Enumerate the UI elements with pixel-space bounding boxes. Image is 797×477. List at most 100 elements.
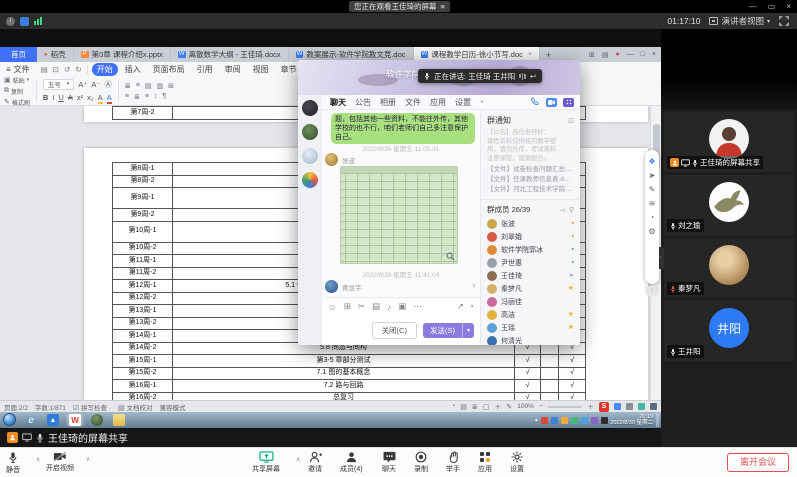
member-search-icon[interactable]: ⚲ <box>569 206 574 214</box>
tab-layout-icon[interactable]: ⊞ <box>589 51 595 59</box>
schedule-row[interactable]: 第15周-1 第3-5 章部分测试 √ √ <box>113 355 585 368</box>
week-cell[interactable]: 第10周-2 <box>113 243 173 255</box>
strike-button[interactable]: A <box>68 93 73 102</box>
annotation-badge-icon[interactable]: ❖ <box>648 157 655 166</box>
timer-icon[interactable]: ◔ <box>650 213 655 222</box>
overlay-cursor-icon[interactable] <box>626 403 633 410</box>
member-row[interactable]: 何清光 <box>481 334 580 345</box>
invite-button[interactable]: 邀请 <box>308 451 322 474</box>
zoom-in-icon[interactable]: ＋ <box>587 402 594 412</box>
member-row[interactable]: 王佳琦 ➤ <box>481 269 580 282</box>
check-cell[interactable]: √ <box>559 393 585 401</box>
cursor-icon[interactable]: ➤ <box>649 171 656 180</box>
taskbar-app-icon[interactable]: ▲ <box>44 413 62 427</box>
check-cell[interactable]: √ <box>515 393 541 401</box>
tray-icon[interactable] <box>591 417 598 424</box>
banner-menu-icon[interactable]: ≡ <box>441 1 445 12</box>
restore-button[interactable]: ▭ <box>768 1 776 12</box>
week-cell[interactable]: 第13周-1 <box>113 305 173 317</box>
web-view-icon[interactable]: ▢ <box>483 403 490 411</box>
align-left-icon[interactable]: ≡ <box>125 93 129 101</box>
apps-button[interactable]: 应用 <box>478 451 492 474</box>
check-cell[interactable]: √ <box>515 355 541 367</box>
proofread-toggle[interactable]: ▤ 文档校对 <box>118 402 152 412</box>
view-mode-selector[interactable]: 演讲者视图 ▾ <box>709 15 770 27</box>
topic-cell[interactable]: 7.2 路与回路 <box>173 380 515 392</box>
session-avatar[interactable] <box>302 100 318 116</box>
indent-icon[interactable]: ▤ <box>145 82 152 90</box>
start-video-button[interactable]: 开启视频 <box>46 451 74 473</box>
expand-icon[interactable]: ↗ <box>457 301 464 312</box>
wps-minimize-icon[interactable]: — <box>627 51 634 58</box>
week-cell[interactable]: 第8周-1 <box>113 163 173 175</box>
share-options-caret[interactable]: ∧ <box>296 456 300 463</box>
overlay-more-icon[interactable] <box>650 403 657 410</box>
overlay-timer-icon[interactable] <box>638 403 645 410</box>
font-grow-icon[interactable]: A⁺ <box>78 80 87 89</box>
scroll-caret-icon[interactable]: ∨ <box>472 282 476 289</box>
check-cell[interactable]: √ <box>515 368 541 380</box>
week-cell[interactable]: 第15周-2 <box>113 368 173 380</box>
member-row[interactable]: 高洁 ★ <box>481 308 580 321</box>
bold-button[interactable]: B <box>43 93 48 102</box>
send-options-caret[interactable]: ▾ <box>463 327 474 334</box>
show-desktop-button[interactable] <box>656 413 659 427</box>
ribbon-menu-item[interactable]: 页面布局 <box>148 63 190 76</box>
paragraph-mark-icon[interactable]: ¶ <box>162 93 166 101</box>
check-cell[interactable]: √ <box>515 380 541 392</box>
schedule-row[interactable]: 第16周-1 7.2 路与回路 √ √ <box>113 380 585 393</box>
member-row[interactable]: 刘翠娥 ▪ <box>481 230 580 243</box>
check-cell[interactable]: √ <box>559 380 585 392</box>
week-cell[interactable]: 第9周-2 <box>113 209 173 221</box>
member-row[interactable]: 冯丽佳 <box>481 295 580 308</box>
empty-cell[interactable] <box>541 380 559 392</box>
wps-restore-icon[interactable]: □ <box>641 51 645 58</box>
wps-document-tab[interactable]: 稻壳 <box>37 47 74 62</box>
qq-tab[interactable]: 公告 <box>355 97 371 108</box>
chat-button[interactable]: 聊天 <box>382 451 396 474</box>
mute-options-caret[interactable]: ∧ <box>36 456 40 463</box>
raise-hand-button[interactable]: 举手 <box>446 451 460 474</box>
outdent-icon[interactable]: ▥ <box>156 82 163 90</box>
group-file-item[interactable]: 【文件】试卷检查问题汇总.docx <box>487 165 574 175</box>
empty-cell[interactable] <box>541 368 559 380</box>
zoom-level[interactable]: 100% <box>517 403 534 410</box>
history-icon[interactable]: ◔ <box>469 301 474 312</box>
topic-cell[interactable]: 总复习 <box>173 393 515 401</box>
ribbon-menu-item[interactable]: 引用 <box>192 63 218 76</box>
empty-cell[interactable] <box>541 355 559 367</box>
number-list-icon[interactable]: ≡ <box>136 82 140 90</box>
pen-icon[interactable]: ✎ <box>649 185 656 194</box>
magnifier-icon[interactable] <box>446 252 455 261</box>
shared-schedule-image[interactable] <box>340 166 458 264</box>
schedule-row[interactable]: 第15周-2 7.1 图的基本概念 √ √ <box>113 368 585 381</box>
seewo-overlay-icon[interactable]: S <box>599 402 609 412</box>
subscript-button[interactable]: x₂ <box>87 93 94 102</box>
more-tools-icon[interactable]: ⋯ <box>413 301 422 312</box>
eraser-icon[interactable]: ≋ <box>649 199 656 208</box>
word-count[interactable]: 字数:1/871 <box>35 402 66 412</box>
sender-avatar[interactable] <box>325 153 338 166</box>
qq-tab[interactable]: 设置 <box>455 97 471 108</box>
empty-cell[interactable] <box>541 393 559 401</box>
minimize-button[interactable]: — <box>749 1 757 12</box>
font-size-select[interactable]: 五号▾ <box>43 79 75 90</box>
mute-button[interactable]: 静音 <box>6 451 20 475</box>
settings-button[interactable]: 设置 <box>510 451 524 474</box>
wps-bug-icon[interactable]: ● <box>615 51 619 58</box>
share-screen-button[interactable]: 共享屏幕 <box>252 451 280 474</box>
tray-icon[interactable] <box>601 417 608 424</box>
member-row[interactable]: 尹世惠 ▪ <box>481 256 580 269</box>
taskbar-wps-icon[interactable]: W <box>66 413 84 427</box>
group-file-item[interactable]: 【文件】任课教师信息表.docx <box>487 175 574 185</box>
tray-icon[interactable] <box>551 417 558 424</box>
image-icon[interactable]: ▣ <box>398 301 406 312</box>
week-cell[interactable]: 第16周-2 <box>113 393 173 401</box>
redo-icon[interactable]: ↻ <box>75 65 81 74</box>
video-call-icon[interactable] <box>546 98 557 107</box>
qq-tab[interactable]: 相册 <box>380 97 396 108</box>
system-clock[interactable]: 20:19 2022/8/30 星期二 <box>611 414 654 427</box>
announce-icon[interactable]: ◅ <box>559 206 564 214</box>
record-button[interactable]: 录制 <box>414 451 428 474</box>
participant-tile[interactable]: 井阳 王井阳 <box>664 301 794 361</box>
